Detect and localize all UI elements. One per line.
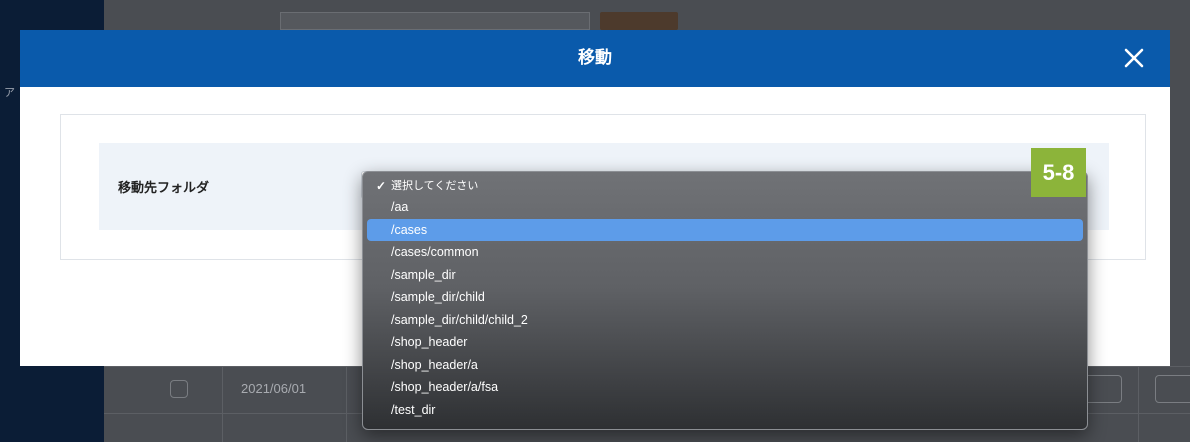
dropdown-option-label: /shop_header [391,335,468,349]
checkmark-icon: ✓ [376,179,387,193]
dropdown-option-label: /aa [391,200,409,214]
dropdown-option[interactable]: /cases/common [367,241,1083,264]
dropdown-option-label: /cases [391,222,428,237]
step-badge: 5-8 [1031,148,1086,197]
dropdown-option-label: 選択してください [391,180,479,192]
dropdown-option[interactable]: /sample_dir/child [367,286,1083,309]
background-column-divider [346,366,347,442]
dropdown-option[interactable]: /shop_header/a/fsa [367,376,1083,399]
background-search-button [600,12,678,30]
dropdown-option-label: /test_dir [391,402,436,417]
background-row-date: 2021/06/01 [241,381,307,396]
dropdown-option[interactable]: /test_dir [367,399,1083,422]
modal-header: 移動 [20,30,1170,87]
dropdown-option-label: /cases/common [391,245,479,259]
background-column-divider [1138,366,1139,442]
dropdown-option-label: /sample_dir [391,267,456,282]
dropdown-option[interactable]: ✓ 選択してください [367,176,1083,196]
close-icon [1124,48,1144,68]
close-button[interactable] [1120,44,1148,72]
background-column-divider [222,366,223,442]
dropdown-option[interactable]: /aa [367,196,1083,219]
dropdown-option-label: /sample_dir/child [391,290,485,304]
background-row-checkbox [170,380,188,398]
background-search-input [280,12,590,30]
destination-folder-label: 移動先フォルダ [118,181,210,196]
folder-dropdown-menu[interactable]: ✓ 選択してください/aa/cases/cases/common/sample_d… [362,171,1088,430]
dropdown-option[interactable]: /shop_header [367,331,1083,354]
dropdown-option-highlighted[interactable]: /cases [367,218,1083,241]
background-row-button [1155,375,1190,403]
dropdown-option-label: /sample_dir/child/child_2 [391,312,528,327]
dropdown-option[interactable]: /sample_dir/child/child_2 [367,309,1083,332]
dropdown-option[interactable]: /sample_dir [367,264,1083,287]
dropdown-option[interactable]: /shop_header/a [367,354,1083,377]
dropdown-option-label: /shop_header/a [391,357,478,372]
background-sidebar-letter: ア [4,86,15,99]
dropdown-option-label: /shop_header/a/fsa [391,380,499,394]
modal-title: 移動 [578,48,612,68]
